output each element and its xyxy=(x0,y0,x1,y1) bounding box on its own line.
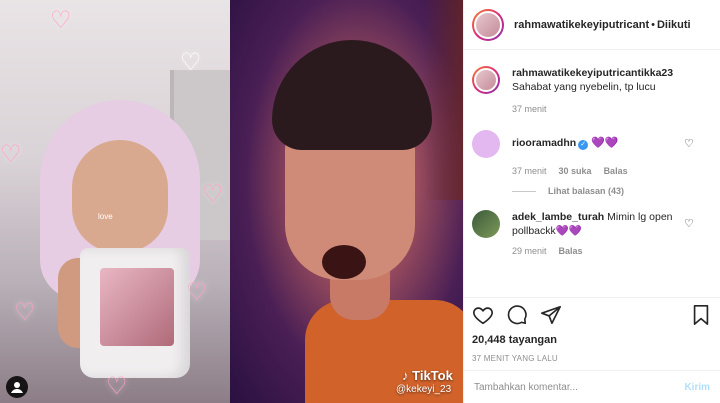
avatar[interactable] xyxy=(472,9,504,41)
heart-sticker-icon: ♡ xyxy=(0,141,22,168)
post-video[interactable]: ♡ ♡ ♡ ♡ ♡ ♡ ♡ love ♪ TikTok @kekeyi_23 xyxy=(0,0,463,403)
comment-username[interactable]: adek_lambe_turah xyxy=(512,211,604,223)
tiktok-username-watermark: @kekeyi_23 xyxy=(396,384,452,395)
list-item: adek_lambe_turah Mimin lg open pollbackk… xyxy=(472,210,712,256)
list-item: riooramadhn ✓ 💜💜 ♡ 37 menit 30 suka Balas… xyxy=(472,130,712,196)
comment-time[interactable]: 37 menit xyxy=(512,166,547,176)
video-user-icon[interactable] xyxy=(6,376,28,398)
avatar[interactable] xyxy=(472,210,500,238)
video-right-pane xyxy=(230,0,463,403)
share-icon[interactable] xyxy=(540,304,562,326)
caption-meta: 37 menit xyxy=(512,104,712,114)
reply-button[interactable]: Balas xyxy=(604,166,628,176)
tiktok-watermark-text: TikTok xyxy=(412,368,453,383)
send-button[interactable]: Kirim xyxy=(684,382,710,393)
heart-sticker-icon: ♡ xyxy=(106,373,128,400)
heart-sticker-icon: ♡ xyxy=(202,181,224,208)
post-header: rahmawatikekeyiputricant • Diikuti xyxy=(464,0,720,50)
bookmark-icon[interactable] xyxy=(690,304,712,326)
header-username[interactable]: rahmawatikekeyiputricant xyxy=(514,19,649,31)
comments-list[interactable]: rahmawatikekeyiputricantikka23 Sahabat y… xyxy=(464,50,720,297)
post-actions: 20,448 tayangan 37 MENIT YANG LALU xyxy=(464,297,720,363)
comment-meta: 29 menit Balas xyxy=(512,246,712,256)
heart-sticker-icon: ♡ xyxy=(50,7,72,34)
header-separator: • xyxy=(651,18,655,31)
sticker-text: love xyxy=(98,212,113,221)
comment-username[interactable]: riooramadhn xyxy=(512,137,576,149)
like-heart-icon[interactable]: ♡ xyxy=(684,218,696,230)
post-date[interactable]: 37 MENIT YANG LALU xyxy=(472,354,712,363)
caption-time[interactable]: 37 menit xyxy=(512,104,547,114)
comment-text: 💜💜 xyxy=(591,137,619,149)
video-left-pane: ♡ ♡ ♡ ♡ ♡ ♡ ♡ love xyxy=(0,0,230,403)
person-left-face xyxy=(72,140,168,252)
like-heart-icon[interactable] xyxy=(472,304,494,326)
view-count[interactable]: 20,448 tayangan xyxy=(472,334,712,346)
mug-photo xyxy=(100,268,174,346)
comment-likes[interactable]: 30 suka xyxy=(559,166,592,176)
person-right-mouth xyxy=(322,245,366,279)
heart-sticker-icon: ♡ xyxy=(180,49,202,76)
avatar[interactable] xyxy=(472,66,500,94)
like-heart-icon[interactable]: ♡ xyxy=(684,138,696,150)
comment-time[interactable]: 29 menit xyxy=(512,246,547,256)
caption-text: Sahabat yang nyebelin, tp lucu xyxy=(512,81,656,93)
person-right-hair xyxy=(272,40,432,150)
reply-button[interactable]: Balas xyxy=(559,246,583,256)
heart-sticker-icon: ♡ xyxy=(186,279,208,306)
verified-badge-icon: ✓ xyxy=(578,140,589,150)
view-replies-button[interactable]: Lihat balasan (43) xyxy=(512,186,712,196)
avatar[interactable] xyxy=(472,130,500,158)
tiktok-watermark: ♪ TikTok xyxy=(402,368,453,383)
caption-username[interactable]: rahmawatikekeyiputricantikka23 xyxy=(512,66,688,80)
comment-meta: 37 menit 30 suka Balas xyxy=(512,166,712,176)
post-sidebar: rahmawatikekeyiputricant • Diikuti rahma… xyxy=(463,0,720,403)
comment-icon[interactable] xyxy=(506,304,528,326)
divider xyxy=(512,190,536,192)
caption: rahmawatikekeyiputricantikka23 Sahabat y… xyxy=(472,66,712,94)
add-comment-bar: Tambahkan komentar... Kirim xyxy=(464,370,720,403)
view-replies-label: Lihat balasan (43) xyxy=(548,186,625,196)
heart-sticker-icon: ♡ xyxy=(14,299,36,326)
comment-input[interactable]: Tambahkan komentar... xyxy=(474,382,684,393)
following-button[interactable]: Diikuti xyxy=(657,19,691,31)
